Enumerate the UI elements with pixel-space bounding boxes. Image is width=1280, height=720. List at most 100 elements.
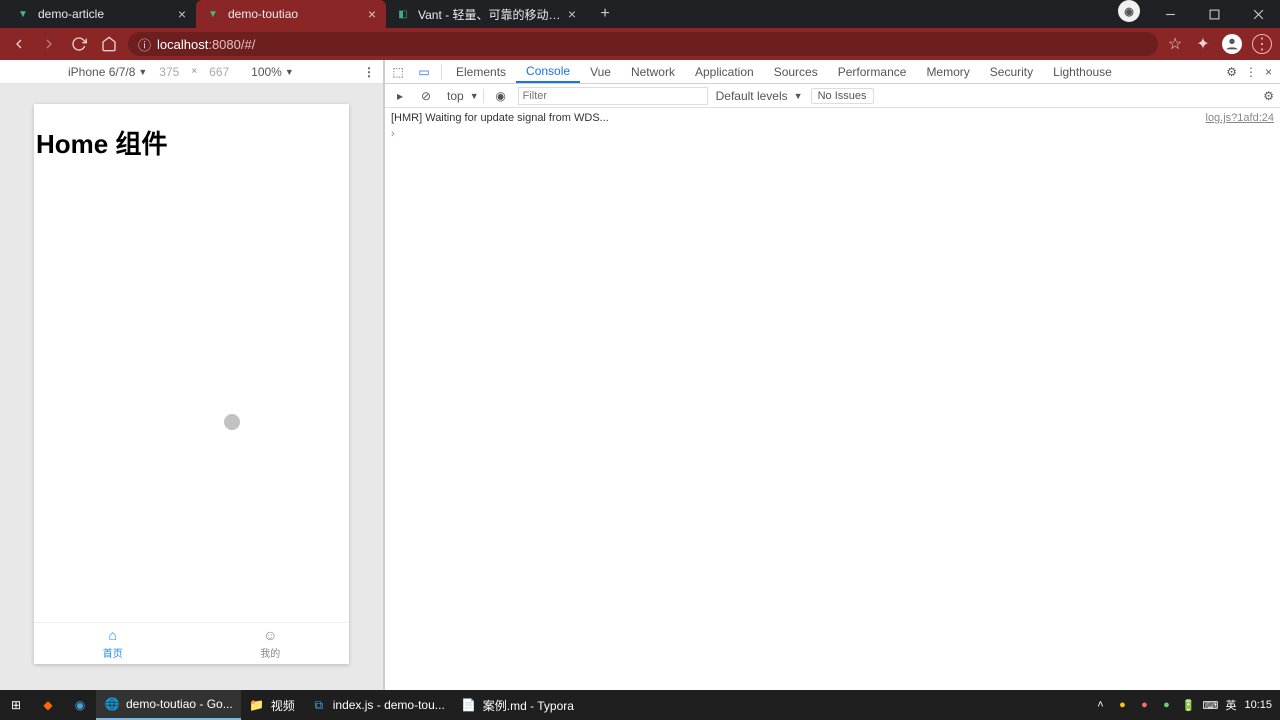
filter-input[interactable]	[518, 87, 708, 105]
device-select[interactable]: iPhone 6/7/8▼	[68, 65, 147, 79]
tab-memory[interactable]: Memory	[916, 60, 979, 83]
device-frame[interactable]: Home 组件 ⌂ 首页 ☺ 我的	[34, 104, 349, 664]
device-preview-panel: iPhone 6/7/8▼ 375 × 667 100%▼ ⋮ Home 组件 …	[0, 60, 384, 690]
taskbar-app[interactable]: ⧉index.js - demo-tou...	[303, 690, 453, 720]
taskbar-app[interactable]: ◆	[32, 690, 64, 720]
log-levels-select[interactable]: Default levels▼	[716, 89, 803, 103]
device-toggle-icon[interactable]: ▭	[411, 65, 437, 79]
url-path: /#/	[241, 37, 255, 52]
chevron-up-icon[interactable]: ˄	[1093, 698, 1107, 712]
console-settings-icon[interactable]: ⚙	[1263, 89, 1274, 103]
profile-icon[interactable]: ◉	[1118, 0, 1140, 22]
url-host: localhost	[157, 37, 208, 52]
close-icon[interactable]: ×	[568, 6, 576, 22]
vue-favicon-icon: ▼	[206, 7, 220, 21]
console-output[interactable]: [HMR] Waiting for update signal from WDS…	[385, 108, 1280, 690]
tab-title: Vant - 轻量、可靠的移动端组件	[418, 6, 562, 23]
zoom-select[interactable]: 100%▼	[251, 65, 294, 79]
tabbar-label: 首页	[103, 645, 123, 660]
tab-application[interactable]: Application	[685, 60, 764, 83]
taskbar-app[interactable]: 🌐demo-toutiao - Go...	[96, 690, 241, 720]
browser-menu-button[interactable]: ⋮	[1252, 34, 1272, 54]
browser-tab[interactable]: ▼ demo-toutiao ×	[196, 0, 386, 28]
vant-favicon-icon: ◧	[396, 7, 410, 21]
tabbar-item-home[interactable]: ⌂ 首页	[34, 623, 192, 664]
touch-cursor-icon	[224, 414, 240, 430]
back-button[interactable]	[8, 33, 30, 55]
battery-icon[interactable]: 🔋	[1181, 698, 1195, 712]
maximize-button[interactable]	[1192, 0, 1236, 28]
extensions-icon[interactable]: ✦	[1194, 35, 1212, 53]
tab-network[interactable]: Network	[621, 60, 685, 83]
close-window-button[interactable]	[1236, 0, 1280, 28]
home-icon: ⌂	[109, 627, 117, 643]
context-select[interactable]: top▼	[443, 89, 484, 103]
minimize-button[interactable]	[1148, 0, 1192, 28]
new-tab-button[interactable]: +	[592, 1, 618, 27]
home-button[interactable]	[98, 33, 120, 55]
taskbar-label: 案例.md - Typora	[483, 697, 574, 714]
device-height[interactable]: 667	[203, 65, 235, 79]
console-toolbar: ▸ ⊘ top▼ ◉ Default levels▼ No Issues ⚙	[385, 84, 1280, 108]
taskbar-app[interactable]: ◉	[64, 690, 96, 720]
device-canvas: Home 组件 ⌂ 首页 ☺ 我的	[0, 84, 383, 690]
address-bar: ⓘ localhost:8080/#/ ☆ ✦ ⋮	[0, 28, 1280, 60]
live-expression-icon[interactable]: ◉	[492, 89, 510, 103]
close-devtools-icon[interactable]: ×	[1265, 65, 1272, 79]
tab-title: demo-toutiao	[228, 7, 362, 21]
device-width[interactable]: 375	[153, 65, 185, 79]
tab-strip: ▼ demo-article × ▼ demo-toutiao × ◧ Vant…	[0, 0, 1280, 28]
tab-title: demo-article	[38, 7, 172, 21]
url-input[interactable]: ⓘ localhost:8080/#/	[128, 32, 1158, 56]
taskbar-label: index.js - demo-tou...	[333, 698, 445, 712]
system-tray: ˄ ● ● ● 🔋 ⌨ 英 10:15	[1093, 697, 1280, 713]
tab-console[interactable]: Console	[516, 60, 580, 83]
info-icon: ⓘ	[138, 35, 151, 54]
windows-taskbar: ⊞ ◆ ◉ 🌐demo-toutiao - Go... 📁视频 ⧉index.j…	[0, 690, 1280, 720]
taskbar-label: demo-toutiao - Go...	[126, 697, 233, 711]
more-icon[interactable]: ⋮	[1245, 65, 1257, 79]
tab-lighthouse[interactable]: Lighthouse	[1043, 60, 1122, 83]
inspect-icon[interactable]: ⬚	[385, 65, 411, 79]
user-avatar[interactable]	[1222, 34, 1242, 54]
browser-tab[interactable]: ▼ demo-article ×	[6, 0, 196, 28]
reload-button[interactable]	[68, 33, 90, 55]
clear-console-icon[interactable]: ⊘	[417, 89, 435, 103]
tab-security[interactable]: Security	[980, 60, 1043, 83]
taskbar-app[interactable]: 📄案例.md - Typora	[453, 690, 582, 720]
browser-tab[interactable]: ◧ Vant - 轻量、可靠的移动端组件 ×	[386, 0, 586, 28]
log-message: [HMR] Waiting for update signal from WDS…	[391, 112, 609, 124]
sidebar-toggle-icon[interactable]: ▸	[391, 89, 409, 103]
start-button[interactable]: ⊞	[0, 690, 32, 720]
settings-icon[interactable]: ⚙	[1226, 65, 1237, 79]
devtools-panel: ⬚ ▭ Elements Console Vue Network Applica…	[384, 60, 1280, 690]
issues-badge[interactable]: No Issues	[811, 88, 874, 104]
close-icon[interactable]: ×	[368, 6, 376, 22]
dim-separator: ×	[191, 66, 197, 77]
forward-button[interactable]	[38, 33, 60, 55]
log-source-link[interactable]: log.js?1afd:24	[1206, 112, 1275, 124]
user-icon: ☺	[263, 627, 277, 643]
bookmark-icon[interactable]: ☆	[1166, 35, 1184, 53]
tab-vue[interactable]: Vue	[580, 60, 621, 83]
tabbar-item-mine[interactable]: ☺ 我的	[192, 623, 350, 664]
taskbar-app[interactable]: 📁视频	[241, 690, 303, 720]
ime-indicator[interactable]: 英	[1225, 697, 1236, 713]
tab-sources[interactable]: Sources	[764, 60, 828, 83]
tray-icon[interactable]: ●	[1115, 698, 1129, 712]
tray-icon[interactable]: ●	[1159, 698, 1173, 712]
tray-icon[interactable]: ●	[1137, 698, 1151, 712]
taskbar-label: 视频	[271, 697, 295, 714]
keyboard-icon[interactable]: ⌨	[1203, 698, 1217, 712]
url-port: :8080	[208, 37, 241, 52]
close-icon[interactable]: ×	[178, 6, 186, 22]
tab-performance[interactable]: Performance	[828, 60, 917, 83]
device-menu-button[interactable]: ⋮	[363, 65, 375, 79]
tabbar-label: 我的	[260, 645, 280, 660]
log-line: [HMR] Waiting for update signal from WDS…	[391, 110, 1274, 126]
page-title: Home 组件	[34, 104, 349, 161]
tab-elements[interactable]: Elements	[446, 60, 516, 83]
app-tabbar: ⌂ 首页 ☺ 我的	[34, 622, 349, 664]
prompt-icon: ›	[391, 128, 395, 140]
clock[interactable]: 10:15	[1244, 699, 1272, 711]
